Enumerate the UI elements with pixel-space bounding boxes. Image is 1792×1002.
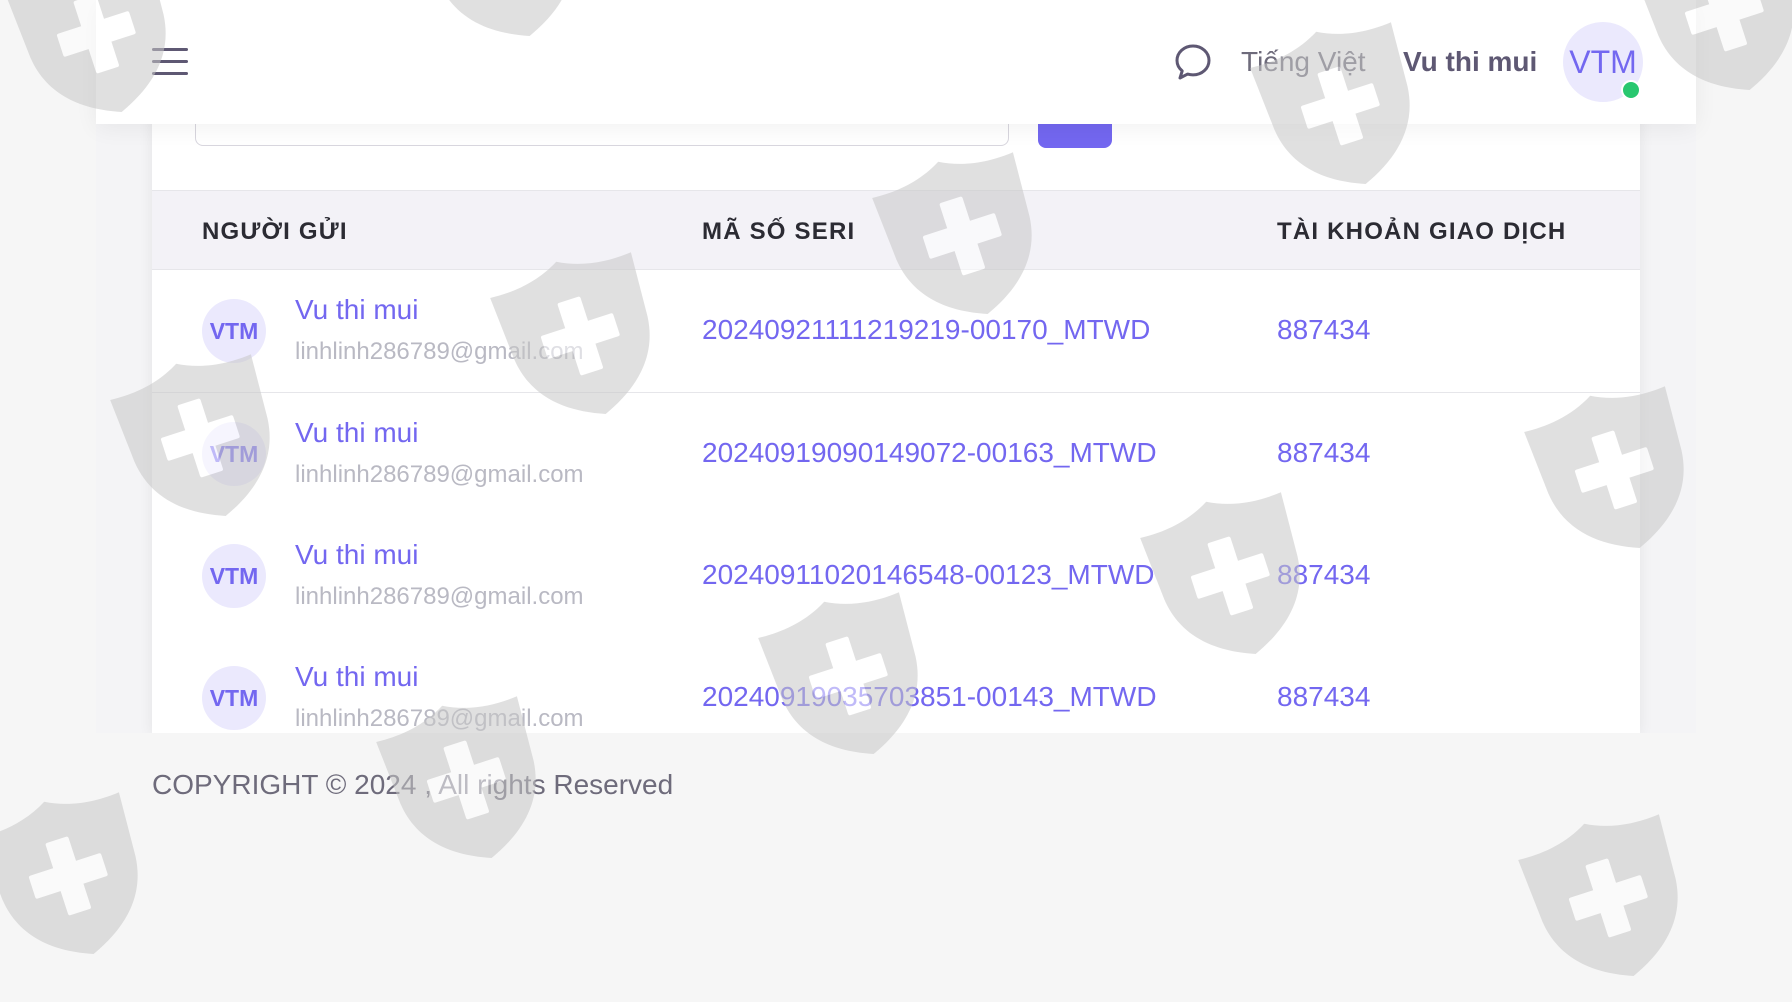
account-link[interactable]: 887434 [1277, 437, 1370, 469]
chat-icon[interactable] [1173, 42, 1213, 82]
sender-email: linhlinh286789@gmail.com [295, 583, 584, 610]
column-header-account[interactable]: TÀI KHOẢN GIAO DỊCH [1277, 218, 1566, 246]
serial-number-link[interactable]: 20240911020146548-00123_MTWD [702, 559, 1154, 591]
footer: COPYRIGHT © 2024 , All rights Reserved [96, 733, 1696, 828]
sender-email: linhlinh286789@gmail.com [295, 338, 584, 365]
sender-email: linhlinh286789@gmail.com [295, 461, 584, 488]
table-row[interactable]: VTM Vu thi mui linhlinh286789@gmail.com … [152, 270, 1640, 393]
table-header: NGƯỜI GỬI MÃ SỐ SERI TÀI KHOẢN GIAO DỊCH [152, 191, 1640, 270]
serial-number-link[interactable]: 20240919035703851-00143_MTWD [702, 681, 1157, 713]
sender-name-link[interactable]: Vu thi mui [295, 661, 418, 693]
sender-name-link[interactable]: Vu thi mui [295, 417, 418, 449]
avatar: VTM [202, 666, 266, 730]
avatar: VTM [202, 299, 266, 363]
online-status-dot [1621, 80, 1641, 100]
sender-name-link[interactable]: Vu thi mui [295, 539, 418, 571]
account-link[interactable]: 887434 [1277, 559, 1370, 591]
serial-number-link[interactable]: 20240921111219219-00170_MTWD [702, 314, 1150, 346]
avatar: VTM [202, 422, 266, 486]
top-navbar: Tiếng Việt Vu thi mui VTM [96, 0, 1696, 124]
table-row[interactable]: VTM Vu thi mui linhlinh286789@gmail.com … [152, 393, 1640, 516]
copyright-text: COPYRIGHT © 2024 , All rights Reserved [152, 769, 674, 800]
sender-name-link[interactable]: Vu thi mui [295, 294, 418, 326]
sender-email: linhlinh286789@gmail.com [295, 705, 584, 732]
user-name[interactable]: Vu thi mui [1403, 46, 1537, 78]
table-row[interactable]: VTM Vu thi mui linhlinh286789@gmail.com … [152, 515, 1640, 638]
hamburger-icon[interactable] [152, 48, 188, 76]
column-header-serial[interactable]: MÃ SỐ SERI [702, 218, 855, 246]
account-link[interactable]: 887434 [1277, 314, 1370, 346]
language-selector[interactable]: Tiếng Việt [1241, 46, 1366, 78]
account-link[interactable]: 887434 [1277, 681, 1370, 713]
table-row[interactable]: VTM Vu thi mui linhlinh286789@gmail.com … [152, 637, 1640, 733]
column-header-sender[interactable]: NGƯỜI GỬI [202, 218, 348, 246]
serial-number-link[interactable]: 20240919090149072-00163_MTWD [702, 437, 1157, 469]
avatar: VTM [202, 544, 266, 608]
